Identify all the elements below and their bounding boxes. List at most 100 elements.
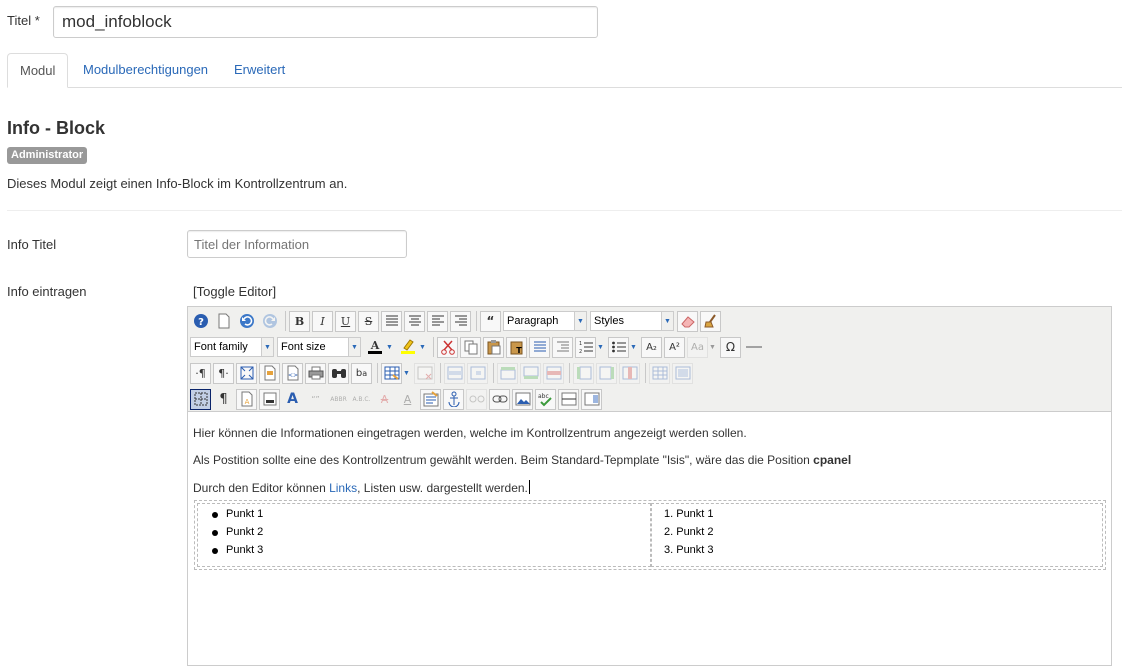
- tab-modulberechtigungen[interactable]: Modulberechtigungen: [71, 53, 220, 88]
- copy-icon[interactable]: [460, 336, 481, 358]
- svg-text:A: A: [369, 339, 379, 352]
- toggle-editor-link[interactable]: [Toggle Editor]: [193, 284, 276, 299]
- content-paragraph-3: Durch den Editor können Links, Listen us…: [193, 480, 530, 495]
- strikethrough-icon[interactable]: S: [358, 310, 379, 332]
- acronym-icon[interactable]: A.B.C.: [351, 389, 372, 410]
- chevron-down-icon[interactable]: ▼: [402, 363, 411, 384]
- italic-icon[interactable]: I: [312, 310, 333, 332]
- visual-aid-icon[interactable]: [190, 388, 211, 410]
- blockquote-icon[interactable]: “: [480, 310, 501, 332]
- article-layout-icon[interactable]: [581, 388, 602, 410]
- abbreviation-icon[interactable]: ABBR: [328, 389, 349, 410]
- underline-icon[interactable]: U: [335, 310, 356, 332]
- undo-icon[interactable]: [236, 311, 257, 332]
- tab-erweitert[interactable]: Erweitert: [222, 53, 297, 88]
- insert-col-before-icon[interactable]: [573, 362, 594, 384]
- spellcheck-icon[interactable]: abc: [535, 388, 556, 410]
- align-center-icon[interactable]: [404, 310, 425, 332]
- chevron-down-icon[interactable]: ▼: [708, 337, 717, 358]
- help-icon[interactable]: ?: [190, 311, 211, 332]
- superscript-icon[interactable]: A²: [664, 336, 685, 358]
- font-family-select[interactable]: Font family ▼: [190, 337, 274, 357]
- show-blocks-icon[interactable]: ¶: [213, 389, 234, 410]
- chevron-down-icon[interactable]: ▼: [596, 337, 605, 358]
- deletion-icon[interactable]: A: [374, 389, 395, 410]
- bullet-list-icon[interactable]: [608, 336, 629, 358]
- rtl-direction-icon[interactable]: ¶·: [213, 362, 234, 384]
- ltr-direction-icon[interactable]: ·¶: [190, 362, 211, 384]
- info-title-input[interactable]: [187, 230, 407, 258]
- link-icon[interactable]: [489, 388, 510, 410]
- chevron-down-icon[interactable]: ▼: [385, 337, 394, 358]
- eraser-icon[interactable]: [677, 310, 698, 332]
- indent-icon[interactable]: [552, 336, 573, 358]
- image-icon[interactable]: [512, 388, 533, 410]
- editor-toolbar: ? B I U S “ Paragraph ▼ Styles ▼ Font fa…: [188, 307, 1111, 412]
- paste-icon[interactable]: [483, 336, 504, 358]
- insertion-icon[interactable]: A: [397, 389, 418, 410]
- paste-word-icon[interactable]: [529, 336, 550, 358]
- unlink-icon[interactable]: [466, 388, 487, 410]
- highlight-color-icon[interactable]: [397, 337, 418, 358]
- font-size-select[interactable]: Font size ▼: [277, 337, 361, 357]
- svg-text:2: 2: [579, 349, 582, 354]
- content-link[interactable]: Links: [329, 481, 357, 495]
- insert-row-after-icon[interactable]: [520, 362, 541, 384]
- readmore-icon[interactable]: [558, 388, 579, 410]
- cell-props-icon[interactable]: [467, 362, 488, 384]
- numbered-list-icon[interactable]: 12: [575, 336, 596, 358]
- print-icon[interactable]: [305, 362, 326, 384]
- split-cells-icon[interactable]: [649, 362, 670, 384]
- paste-text-icon[interactable]: T: [506, 336, 527, 358]
- search-icon[interactable]: [328, 362, 349, 384]
- merge-cells-icon[interactable]: [672, 362, 693, 384]
- toolbar-row-3: ·¶ ¶· <> ba ▼: [190, 361, 695, 385]
- toolbar-separator: [476, 311, 477, 331]
- delete-col-icon[interactable]: [619, 362, 640, 384]
- align-left-icon[interactable]: [427, 310, 448, 332]
- template-icon[interactable]: [259, 362, 280, 384]
- delete-table-icon[interactable]: [414, 362, 435, 384]
- client-badge: Administrator: [7, 147, 88, 164]
- styles-select[interactable]: Styles ▼: [590, 311, 674, 331]
- insert-row-before-icon[interactable]: [497, 362, 518, 384]
- insert-col-after-icon[interactable]: [596, 362, 617, 384]
- cut-icon[interactable]: [437, 336, 458, 358]
- row-props-icon[interactable]: [444, 362, 465, 384]
- replace-icon[interactable]: ba: [351, 362, 372, 384]
- chevron-down-icon[interactable]: ▼: [418, 337, 427, 358]
- chevron-down-icon[interactable]: ▼: [629, 337, 638, 358]
- list-item: 1. Punkt 1: [664, 508, 714, 520]
- new-document-icon[interactable]: [213, 311, 234, 332]
- text-caret: [528, 480, 530, 494]
- delete-row-icon[interactable]: [543, 362, 564, 384]
- subscript-icon[interactable]: A₂: [641, 336, 662, 358]
- anchor-icon[interactable]: [443, 388, 464, 410]
- styles-select-value: Styles: [594, 315, 624, 327]
- insert-file-icon[interactable]: A: [236, 388, 257, 410]
- module-description: Dieses Modul zeigt einen Info-Block im K…: [7, 176, 348, 191]
- align-justify-icon[interactable]: [381, 310, 402, 332]
- format-select[interactable]: Paragraph ▼: [503, 311, 587, 331]
- align-right-icon[interactable]: [450, 310, 471, 332]
- attributes-icon[interactable]: [420, 388, 441, 410]
- svg-text:1: 1: [579, 341, 582, 347]
- content-paragraph-3-after: , Listen usw. dargestellt werden.: [357, 481, 528, 495]
- cleanup-broom-icon[interactable]: [700, 310, 721, 332]
- horizontal-rule-icon[interactable]: [743, 337, 764, 358]
- cite-icon[interactable]: “”: [305, 389, 326, 410]
- styleprops-icon[interactable]: Aa: [687, 336, 708, 358]
- bullet-icon: [212, 548, 218, 554]
- text-color-icon[interactable]: A: [364, 337, 385, 358]
- editor-content[interactable]: Hier können die Informationen eingetrage…: [188, 413, 1111, 667]
- code-icon[interactable]: <>: [282, 362, 303, 384]
- bold-icon[interactable]: B: [289, 310, 310, 332]
- redo-icon[interactable]: [259, 311, 280, 332]
- special-character-icon[interactable]: Ω: [720, 336, 741, 358]
- style-props-icon[interactable]: A: [282, 389, 303, 410]
- title-input[interactable]: [53, 6, 598, 38]
- tab-modul[interactable]: Modul: [7, 53, 69, 88]
- page-break-icon[interactable]: [259, 388, 280, 410]
- insert-table-icon[interactable]: [381, 362, 402, 384]
- fullscreen-icon[interactable]: [236, 362, 257, 384]
